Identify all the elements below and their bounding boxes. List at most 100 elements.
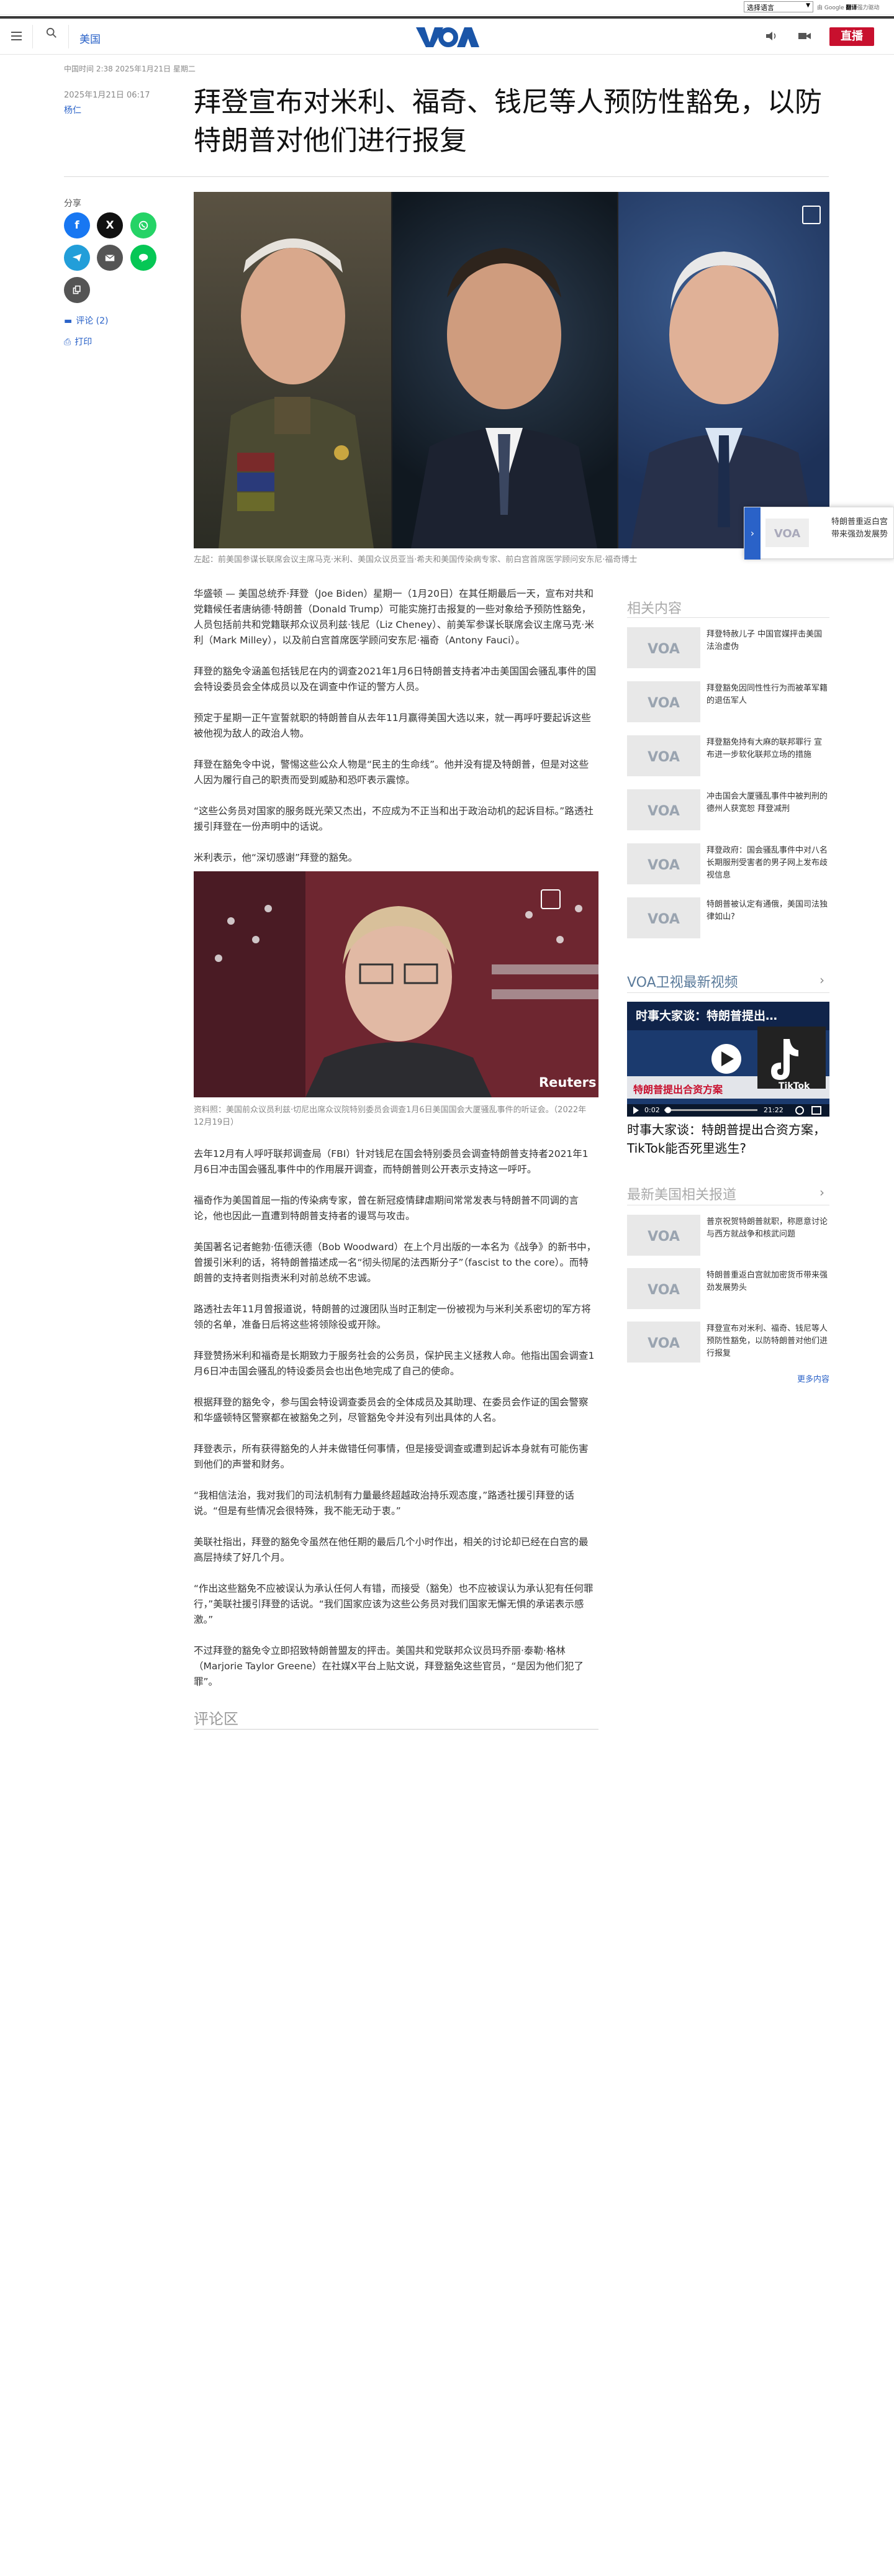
- paragraph: 路透社去年11月曾报道说，特朗普的过渡团队当时正制定一份被视为与米利关系密切的军…: [194, 1304, 591, 1330]
- related-heading: 相关内容: [627, 601, 682, 617]
- video-time-total: 21:22: [764, 1106, 783, 1114]
- svg-text:VOA: VOA: [648, 696, 680, 711]
- video-heading[interactable]: VOA卫视最新视频: [627, 971, 738, 991]
- latest-title: 特朗普重返白宫就加密货币带来强劲发展势头: [707, 1271, 828, 1292]
- divider: [32, 25, 33, 48]
- related-title: 拜登特赦儿子 中国官媒抨击美国法治虚伪: [707, 630, 823, 651]
- related-thumbnail: VOA: [627, 735, 700, 776]
- video-time-current: 0:02: [644, 1106, 660, 1114]
- paragraph: 福奇作为美国首屈一指的传染病专家，曾在新冠疫情肆虐期间常常发表与特朗普不同调的言…: [194, 1195, 579, 1222]
- latest-title: 普京祝贺特朗普就职，称愿意讨论与西方就战争和核武问题: [707, 1217, 828, 1239]
- translate-note-bold: 翻译: [846, 5, 857, 11]
- live-button[interactable]: 直播: [829, 27, 874, 46]
- mid-image[interactable]: Reuters: [194, 871, 598, 1097]
- search-icon[interactable]: [46, 27, 61, 43]
- recommendation-thumbnail: VOA: [765, 519, 809, 547]
- comments-link[interactable]: ▬ 评论 (2): [64, 314, 109, 327]
- floating-recommendation[interactable]: › VOA 特朗普重返白宫 带来强劲发展势: [744, 507, 894, 560]
- svg-text:VOA: VOA: [648, 858, 680, 873]
- email-share-icon[interactable]: [97, 245, 123, 271]
- whatsapp-share-icon[interactable]: [130, 212, 156, 238]
- paragraph: 预定于星期一正午宣誓就职的特朗普自从去年11月赢得美国大选以来，就一再呼吁要起诉…: [194, 712, 591, 739]
- related-item[interactable]: VOA 冲击国会大厦骚乱事件中被判刑的 德州人获宽恕 拜登减刑: [627, 789, 829, 832]
- latest-heading[interactable]: 最新美国相关报道: [627, 1184, 736, 1204]
- video-title[interactable]: 时事大家谈：特朗普提出合资方案，TikTok能否死里逃生?: [627, 1120, 829, 1158]
- paragraph: “这些公务员对国家的服务既光荣又杰出，不应成为不正当和出于政治动机的起诉目标。”…: [194, 805, 594, 832]
- reuters-watermark: Reuters: [539, 1075, 597, 1090]
- paragraph: 米利表示，他“深切感谢”拜登的豁免。: [194, 852, 358, 863]
- chevron-down-icon: ▼: [806, 2, 810, 9]
- chevron-right-icon[interactable]: ›: [820, 1185, 824, 1200]
- lead-image-caption: 左起：前美国参谋长联席会议主席马克·米利、美国众议员亚当·希夫和美国传染病专家、…: [194, 555, 638, 565]
- line-share-icon[interactable]: [130, 245, 156, 271]
- facebook-share-icon[interactable]: f: [64, 212, 90, 238]
- video-player[interactable]: 时事大家谈：特朗普提出… 特朗普提出合资方案 TikTok 0:02 21:22: [627, 1002, 829, 1117]
- svg-text:VOA: VOA: [648, 1336, 680, 1351]
- article-title: 拜登宣布对米利、福奇、钱尼等人预防性豁免，以防特朗普对他们进行报复: [194, 86, 822, 156]
- voa-logo[interactable]: [410, 24, 484, 50]
- paragraph: 拜登的豁免令涵盖包括钱尼在内的调查2021年1月6日特朗普支持者冲击美国国会骚乱…: [194, 666, 597, 692]
- video-tiktok-label: TikTok: [779, 1081, 810, 1091]
- comment-area-heading: 评论区: [194, 1710, 238, 1728]
- divider: [68, 25, 69, 48]
- latest-item[interactable]: VOA 普京祝贺特朗普就职，称愿意讨论与西方就战争和核武问题: [627, 1215, 829, 1257]
- related-thumbnail: VOA: [627, 789, 700, 830]
- comments-label: 评论 (2): [76, 316, 109, 326]
- copy-link-icon[interactable]: [64, 277, 90, 303]
- rail-divider: [627, 617, 829, 618]
- video-camera-icon[interactable]: [797, 30, 812, 42]
- paragraph: 去年12月有人呼吁联邦调查局（FBI）针对钱尼在国会特别委员会调查特朗普支持者2…: [194, 1148, 589, 1175]
- title-divider: [64, 176, 829, 177]
- paragraph: 美国著名记者鲍勃·伍德沃德（Bob Woodward）在上个月出版的一本名为《战…: [194, 1241, 597, 1284]
- portrait-fauci: [618, 192, 829, 548]
- latest-item[interactable]: VOA 特朗普重返白宫就加密货币带来强劲发展势头: [627, 1268, 829, 1310]
- print-link[interactable]: ⎙ 打印: [64, 335, 92, 348]
- lead-image[interactable]: [194, 192, 829, 548]
- portrait-milley: [194, 192, 391, 548]
- video-lower-third: 特朗普提出合资方案: [633, 1084, 723, 1095]
- author-link[interactable]: 杨仁: [64, 104, 81, 116]
- menu-icon[interactable]: [11, 29, 22, 43]
- related-item[interactable]: VOA 拜登豁免因同性性行为而被革军籍的退伍军人: [627, 681, 829, 723]
- paragraph: 不过拜登的豁免令立即招致特朗普盟友的抨击。美国共和党联邦众议员玛乔丽·泰勒·格林…: [194, 1645, 584, 1687]
- volume-icon[interactable]: [765, 30, 779, 42]
- related-thumbnail: VOA: [627, 843, 700, 884]
- arrow-right-icon[interactable]: ›: [744, 507, 761, 560]
- print-icon: ⎙: [64, 337, 71, 347]
- mid-image-caption: 资料照：美国前众议员利兹·切尼出席众议院特别委员会调查1月6日美国国会大厦骚乱事…: [194, 1105, 587, 1127]
- latest-item[interactable]: VOA 拜登宣布对米利、福奇、钱尼等人预防性豁免，以防特朗普对他们进行报复: [627, 1322, 829, 1364]
- translate-note: 由 Google 翻译强力驱动: [817, 3, 880, 11]
- comment-icon: ▬: [64, 316, 73, 326]
- utility-bar: 选择语言 ▼ 由 Google 翻译强力驱动: [0, 0, 894, 15]
- latest-thumbnail: VOA: [627, 1268, 700, 1309]
- paragraph: “作出这些豁免不应被误认为承认任何人有错，而接受（豁免）也不应被误认为承认犯有任…: [194, 1583, 594, 1625]
- recommendation-text: 特朗普重返白宫 带来强劲发展势: [831, 517, 888, 539]
- paragraph: “我相信法治，我对我们的司法机制有力量最终超越政治持乐观态度，”路透社援引拜登的…: [194, 1490, 574, 1517]
- paragraph: 华盛顿 — 美国总统乔·拜登（Joe Biden）星期一（1月20日）在其任期最…: [194, 588, 594, 646]
- x-share-icon[interactable]: X: [97, 212, 123, 238]
- expand-icon[interactable]: [802, 206, 821, 224]
- telegram-share-icon[interactable]: [64, 245, 90, 271]
- related-item[interactable]: VOA 拜登豁免持有大麻的联邦罪行 宣布进一步软化联邦立场的措施: [627, 735, 829, 778]
- related-thumbnail: VOA: [627, 681, 700, 722]
- more-link[interactable]: 更多内容: [797, 1372, 829, 1384]
- language-select[interactable]: 选择语言 ▼: [744, 1, 813, 12]
- chevron-right-icon[interactable]: ›: [820, 973, 824, 987]
- print-label: 打印: [74, 337, 93, 347]
- translate-note-suffix: 强力驱动: [857, 5, 880, 11]
- share-label: 分享: [64, 199, 81, 209]
- svg-text:VOA: VOA: [774, 527, 800, 540]
- section-link[interactable]: 美国: [79, 30, 101, 46]
- related-item[interactable]: VOA 拜登政府：国会骚乱事件中对八名长期服刑受害者的男子网上发布歧视信息: [627, 843, 829, 886]
- paragraph: 美联社指出，拜登的豁免令虽然在他任期的最后几个小时作出，相关的讨论却已经在白宫的…: [194, 1536, 589, 1563]
- comment-divider: [194, 1729, 598, 1730]
- translate-note-prefix: 由 Google: [817, 5, 844, 11]
- article-body-part2: 去年12月有人呼吁联邦调查局（FBI）针对钱尼在国会特别委员会调查特朗普支持者2…: [194, 1146, 597, 1690]
- article-date: 2025年1月21日 06:17: [64, 91, 150, 100]
- related-title: 拜登豁免持有大麻的联邦罪行 宣布进一步软化联邦立场的措施: [707, 738, 823, 760]
- related-item[interactable]: VOA 拜登特赦儿子 中国官媒抨击美国法治虚伪: [627, 627, 829, 669]
- related-title: 拜登政府：国会骚乱事件中对八名长期服刑受害者的男子网上发布歧视信息: [707, 846, 828, 880]
- svg-text:VOA: VOA: [648, 804, 680, 819]
- related-item[interactable]: VOA 特朗普被认定有通俄，美国司法独律如山?: [627, 897, 829, 940]
- paragraph: 拜登在豁免令中说，警惕这些公众人物是“民主的生命线”。他并没有提及特朗普，但是对…: [194, 759, 589, 786]
